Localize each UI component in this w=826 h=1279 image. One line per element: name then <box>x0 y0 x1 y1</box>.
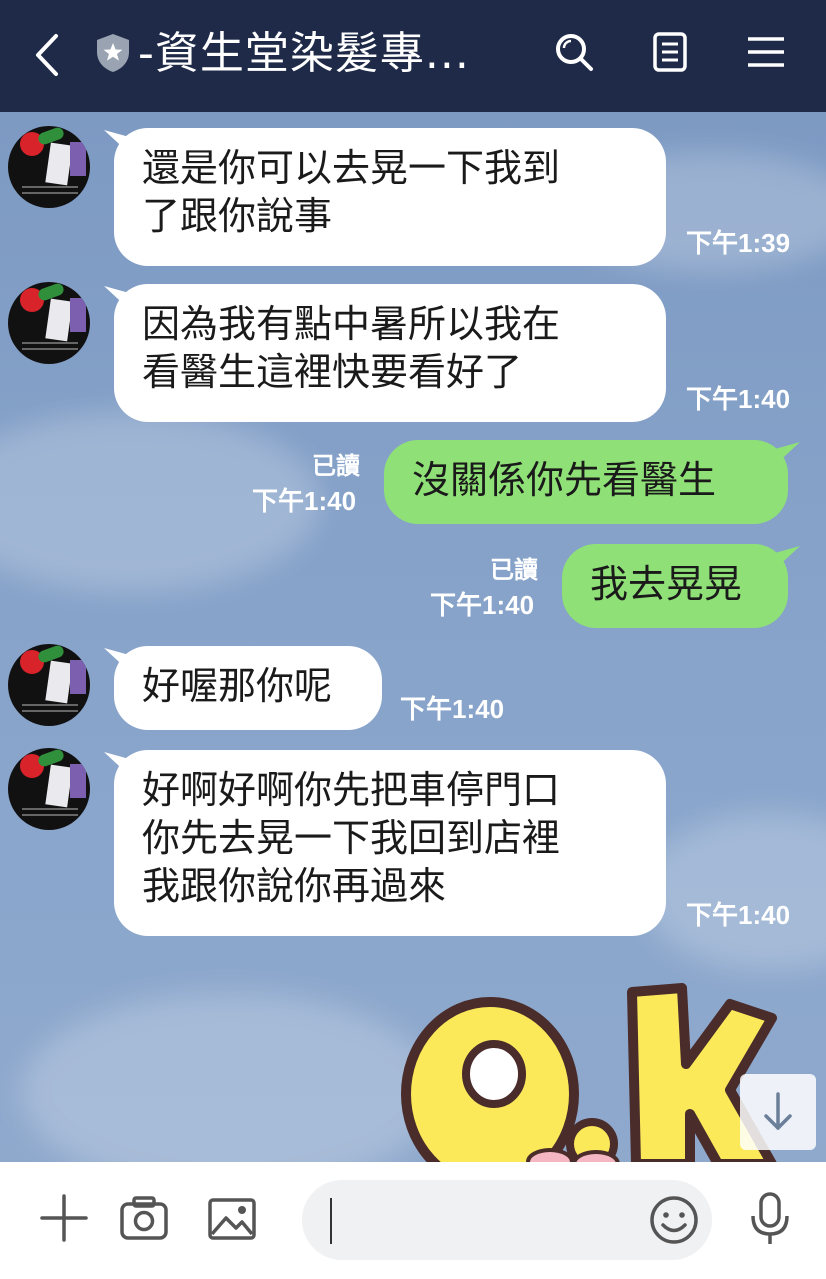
message-time: 下午1:40 <box>400 694 505 724</box>
chat-title: -資生堂染髮專... <box>138 28 470 79</box>
shield-icon <box>97 34 129 72</box>
sender-avatar[interactable] <box>8 748 90 830</box>
message-time: 下午1:39 <box>686 228 791 258</box>
sender-avatar[interactable] <box>8 126 90 208</box>
message-time: 下午1:40 <box>686 900 791 930</box>
image-icon[interactable] <box>204 1190 260 1246</box>
search-icon[interactable] <box>552 30 596 74</box>
message-input[interactable] <box>302 1180 712 1260</box>
message-bubble[interactable]: 沒關係你先看醫生 <box>384 440 788 524</box>
message-bubble[interactable]: 好喔那你呢 <box>114 646 382 730</box>
back-chevron-icon[interactable] <box>28 30 68 80</box>
camera-icon[interactable] <box>116 1190 172 1246</box>
message-bubble[interactable]: 因為我有點中暑所以我在 看醫生這裡快要看好了 <box>114 284 666 422</box>
message-time: 下午1:40 <box>252 486 357 516</box>
message-input-bar <box>0 1162 826 1279</box>
chat-header: -資生堂染髮專... <box>0 0 826 112</box>
notes-icon[interactable] <box>648 30 692 74</box>
text-caret <box>330 1198 332 1244</box>
chat-area[interactable]: 還是你可以去晃一下我到 了跟你說事 下午1:39 因為我有點中暑所以我在 看醫生… <box>0 112 826 1162</box>
read-receipt: 已讀 <box>312 452 360 480</box>
microphone-icon[interactable] <box>742 1190 798 1246</box>
ok-sticker[interactable] <box>400 974 780 1162</box>
message-time: 下午1:40 <box>686 384 791 414</box>
message-bubble[interactable]: 還是你可以去晃一下我到 了跟你說事 <box>114 128 666 266</box>
message-bubble[interactable]: 我去晃晃 <box>562 544 788 628</box>
read-receipt: 已讀 <box>490 556 538 584</box>
sender-avatar[interactable] <box>8 282 90 364</box>
menu-icon[interactable] <box>744 30 788 74</box>
arrow-down-icon <box>764 1092 792 1130</box>
plus-icon[interactable] <box>36 1190 92 1246</box>
sender-avatar[interactable] <box>8 644 90 726</box>
message-time: 下午1:40 <box>430 590 535 620</box>
message-bubble[interactable]: 好啊好啊你先把車停門口 你先去晃一下我回到店裡 我跟你說你再過來 <box>114 750 666 936</box>
emoji-icon[interactable] <box>648 1194 700 1246</box>
scroll-to-bottom-button[interactable] <box>740 1074 816 1150</box>
